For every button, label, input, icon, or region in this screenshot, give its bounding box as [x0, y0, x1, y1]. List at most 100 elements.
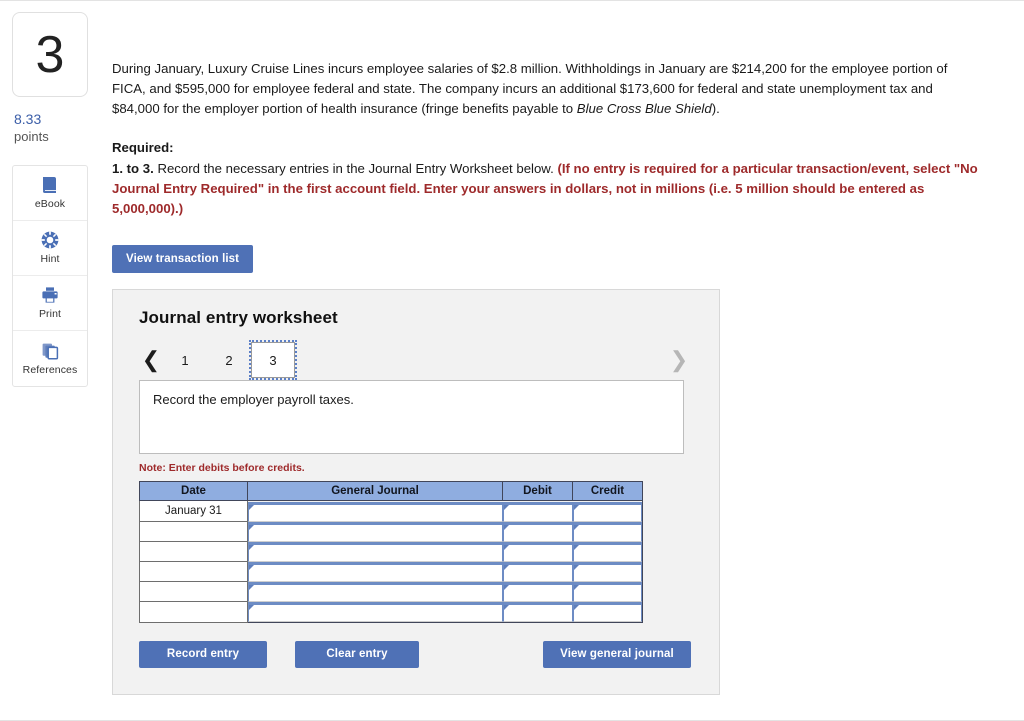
general-journal-cell: [248, 601, 503, 623]
column-header-date: Date: [139, 481, 248, 502]
credit-input[interactable]: [572, 521, 642, 542]
general-journal-cell: [248, 561, 503, 582]
table-row: [139, 521, 643, 543]
debit-cell: [502, 521, 573, 542]
record-entry-button[interactable]: Record entry: [139, 640, 267, 668]
tool-references-label: References: [22, 363, 78, 376]
worksheet-page-3[interactable]: 3: [249, 340, 297, 381]
table-row: January 31: [139, 500, 643, 523]
credit-cell: [572, 521, 643, 542]
stem-part-2: ).: [711, 101, 720, 117]
general-journal-cell: [248, 581, 503, 602]
tool-hint[interactable]: Hint: [13, 221, 87, 276]
tool-print[interactable]: Print: [13, 276, 87, 331]
date-cell: [139, 521, 248, 543]
lifebuoy-icon: [40, 230, 60, 250]
worksheet-title: Journal entry worksheet: [139, 308, 338, 328]
question-page: 3 8.33 points eBook Hint Print Reference…: [0, 0, 1024, 721]
table-row: [139, 581, 643, 603]
chevron-right-icon[interactable]: ❯: [667, 349, 691, 371]
debit-cell: [502, 501, 573, 522]
table-row: [139, 561, 643, 583]
worksheet-page-1[interactable]: 1: [163, 342, 207, 378]
view-general-journal-button[interactable]: View general journal: [543, 640, 691, 668]
tool-hint-label: Hint: [40, 253, 60, 266]
general-journal-input[interactable]: [248, 501, 503, 522]
question-sidebar: 3 8.33 points eBook Hint Print Reference…: [12, 12, 88, 387]
debit-cell: [502, 541, 573, 562]
debit-cell: [502, 561, 573, 582]
credit-input[interactable]: [572, 581, 642, 602]
debit-input[interactable]: [502, 521, 573, 542]
tool-references[interactable]: References: [13, 331, 87, 386]
date-value: January 31: [165, 505, 222, 518]
date-cell: [139, 581, 248, 603]
points-value: 8.33: [14, 111, 42, 127]
general-journal-cell: [248, 521, 503, 542]
copy-pages-icon: [40, 341, 60, 361]
transaction-description-box: Record the employer payroll taxes.: [139, 380, 684, 455]
credit-cell: [572, 501, 643, 522]
general-journal-cell: [248, 501, 503, 522]
debit-input[interactable]: [502, 501, 573, 522]
worksheet-actions: Record entry Clear entry View general jo…: [139, 640, 691, 668]
required-instructions: 1. to 3. Record the necessary entries in…: [112, 159, 984, 219]
column-header-credit: Credit: [572, 481, 643, 502]
stem-italic-company: Blue Cross Blue Shield: [576, 101, 712, 117]
required-black-text: Record the necessary entries in the Jour…: [153, 161, 558, 177]
date-cell: [139, 601, 248, 623]
required-heading: Required:: [112, 140, 174, 156]
general-journal-input[interactable]: [248, 521, 503, 542]
tool-ebook-label: eBook: [34, 198, 66, 211]
date-cell: January 31: [139, 500, 248, 523]
clear-entry-button[interactable]: Clear entry: [295, 640, 419, 668]
general-journal-input[interactable]: [248, 541, 503, 562]
column-header-general-journal: General Journal: [247, 481, 503, 502]
tool-ebook[interactable]: eBook: [13, 166, 87, 221]
table-row: [139, 601, 643, 623]
credit-cell: [572, 561, 643, 582]
date-cell: [139, 561, 248, 583]
view-transaction-list-button[interactable]: View transaction list: [112, 245, 254, 274]
debit-input[interactable]: [502, 601, 573, 622]
debit-input[interactable]: [502, 581, 573, 602]
general-journal-input[interactable]: [248, 601, 503, 622]
tool-print-label: Print: [38, 308, 62, 321]
book-icon: [40, 175, 60, 195]
question-number: 3: [35, 25, 65, 84]
debit-input[interactable]: [502, 561, 573, 582]
transaction-description: Record the employer payroll taxes.: [153, 392, 354, 408]
column-header-debit: Debit: [502, 481, 573, 502]
date-cell: [139, 541, 248, 563]
debit-cell: [502, 601, 573, 623]
tool-list: eBook Hint Print References: [12, 164, 88, 387]
credit-input[interactable]: [572, 541, 642, 562]
worksheet-pager: ❮ 1 2 3 ❯: [139, 340, 697, 381]
credit-input[interactable]: [572, 601, 642, 622]
required-prefix: 1. to 3.: [112, 161, 154, 177]
required-block: Required: 1. to 3. Record the necessary …: [112, 138, 984, 219]
table-row: [139, 541, 643, 563]
credit-cell: [572, 601, 643, 623]
general-journal-input[interactable]: [248, 581, 503, 602]
general-journal-input[interactable]: [248, 561, 503, 582]
stem-part-1: During January, Luxury Cruise Lines incu…: [112, 61, 948, 117]
journal-entry-worksheet-panel: Journal entry worksheet ❮ 1 2 3 ❯ Record…: [112, 289, 720, 695]
debits-before-credits-note: Note: Enter debits before credits.: [139, 462, 305, 475]
question-content: During January, Luxury Cruise Lines incu…: [112, 59, 984, 695]
question-number-box: 3: [12, 12, 88, 97]
worksheet-page-2[interactable]: 2: [207, 342, 251, 378]
points-label: points: [14, 128, 49, 144]
chevron-left-icon[interactable]: ❮: [139, 349, 163, 371]
credit-cell: [572, 541, 643, 562]
debit-input[interactable]: [502, 541, 573, 562]
table-header-row: Date General Journal Debit Credit: [139, 481, 643, 502]
printer-icon: [40, 285, 60, 305]
points-block: 8.33 points: [12, 111, 88, 145]
question-stem: During January, Luxury Cruise Lines incu…: [112, 59, 984, 119]
credit-input[interactable]: [572, 501, 642, 522]
credit-input[interactable]: [572, 561, 642, 582]
journal-entry-table: Date General Journal Debit Credit Januar…: [139, 481, 643, 623]
debit-cell: [502, 581, 573, 602]
credit-cell: [572, 581, 643, 602]
